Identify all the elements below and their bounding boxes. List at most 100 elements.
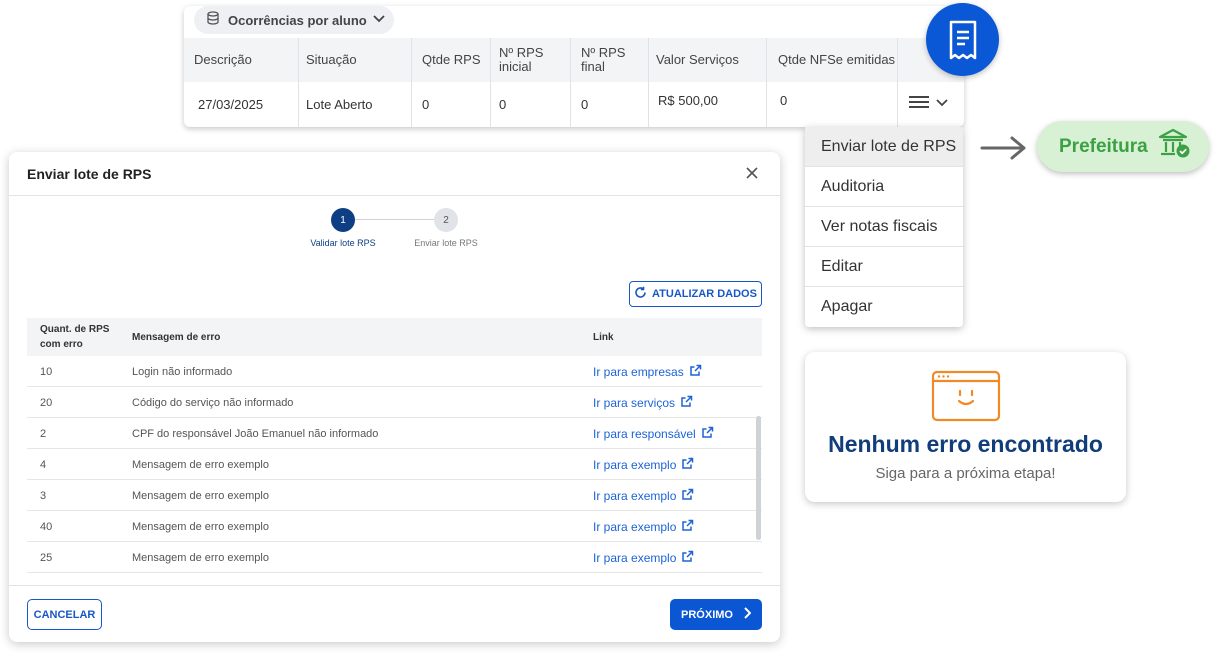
external-link-icon xyxy=(680,395,693,411)
chevron-right-icon xyxy=(743,607,752,622)
prefeitura-badge: Prefeitura xyxy=(1037,121,1209,172)
header-link: Link xyxy=(593,332,614,343)
menu-item-enviar-lote[interactable]: Enviar lote de RPS xyxy=(805,127,963,167)
error-qty: 40 xyxy=(40,520,53,533)
column-divider xyxy=(570,38,571,127)
menu-item-auditoria[interactable]: Auditoria xyxy=(805,167,963,207)
header-qty-line1: Quant. de RPS xyxy=(40,324,110,335)
external-link-icon xyxy=(681,519,694,535)
external-link-icon xyxy=(681,550,694,566)
chevron-down-icon xyxy=(373,11,385,29)
error-table-scrollbar[interactable] xyxy=(756,416,761,540)
table-row: 2 CPF do responsável João Emanuel não in… xyxy=(27,418,762,449)
refresh-data-button[interactable]: ATUALIZAR DADOS xyxy=(629,281,762,307)
no-errors-subtitle: Siga para a próxima etapa! xyxy=(875,465,1056,482)
column-divider xyxy=(411,38,412,127)
next-button-label: PRÓXIMO xyxy=(681,608,733,621)
chevron-down-icon xyxy=(936,95,948,113)
header-descricao: Descrição xyxy=(194,52,252,67)
step-2-label: Enviar lote RPS xyxy=(414,238,478,248)
header-rps-final-line1: Nº RPS xyxy=(581,45,626,60)
cell-situacao: Lote Aberto xyxy=(306,97,373,112)
menu-item-ver-notas[interactable]: Ver notas fiscais xyxy=(805,207,963,247)
table-row: 10 Login não informado Ir para empresas xyxy=(27,356,762,387)
stepper-connector xyxy=(355,219,434,220)
error-qty: 25 xyxy=(40,551,53,564)
group-by-selector[interactable]: Ocorrências por aluno xyxy=(194,6,394,34)
database-icon xyxy=(206,10,220,30)
modal-footer-divider xyxy=(9,585,780,586)
city-hall-icon xyxy=(1158,128,1192,165)
column-divider xyxy=(766,38,767,127)
error-link[interactable]: Ir para responsável xyxy=(593,418,714,449)
error-link-label: Ir para exemplo xyxy=(593,550,677,565)
column-divider xyxy=(648,38,649,127)
table-row: 4 Mensagem de erro exemplo Ir para exemp… xyxy=(27,449,762,480)
row-actions-menu: Enviar lote de RPS Auditoria Ver notas f… xyxy=(805,127,963,327)
step-2-circle: 2 xyxy=(434,208,458,232)
error-qty: 3 xyxy=(40,489,47,502)
external-link-icon xyxy=(701,426,714,442)
external-link-icon xyxy=(689,364,702,380)
prefeitura-label: Prefeitura xyxy=(1059,135,1148,157)
error-link[interactable]: Ir para exemplo xyxy=(593,449,694,480)
menu-item-apagar[interactable]: Apagar xyxy=(805,287,963,327)
modal-header-divider xyxy=(9,195,780,196)
error-link[interactable]: Ir para exemplo xyxy=(593,511,694,542)
refresh-icon xyxy=(634,286,647,302)
header-rps-inicial-line1: Nº RPS xyxy=(499,45,544,60)
menu-item-editar[interactable]: Editar xyxy=(805,247,963,287)
cell-valor-servicos: R$ 500,00 xyxy=(658,92,718,108)
error-message: Código do serviço não informado xyxy=(132,396,294,409)
error-message: Mensagem de erro exemplo xyxy=(132,520,269,533)
header-message: Mensagem de erro xyxy=(132,332,221,343)
error-link[interactable]: Ir para exemplo xyxy=(593,542,694,573)
cell-rps-inicial: 0 xyxy=(499,97,507,112)
header-rps-inicial-line2: inicial xyxy=(499,59,532,74)
next-button[interactable]: PRÓXIMO xyxy=(670,599,762,630)
error-link[interactable]: Ir para serviços xyxy=(593,387,693,418)
error-link[interactable]: Ir para empresas xyxy=(593,356,702,387)
error-message: CPF do responsável João Emanuel não info… xyxy=(132,427,379,440)
error-link-label: Ir para empresas xyxy=(593,364,684,379)
table-row: 3 Mensagem de erro exemplo Ir para exemp… xyxy=(27,480,762,511)
header-qtde-nfse: Qtde NFSe emitidas xyxy=(778,52,896,67)
header-qty-line2: com erro xyxy=(40,339,83,350)
header-qty: Quant. de RPS com erro xyxy=(40,322,109,352)
cancel-button[interactable]: CANCELAR xyxy=(27,599,102,630)
receipt-icon xyxy=(926,3,999,76)
no-errors-title: Nenhum erro encontrado xyxy=(828,431,1103,457)
step-1-circle: 1 xyxy=(331,208,355,232)
error-link[interactable]: Ir para exemplo xyxy=(593,480,694,511)
external-link-icon xyxy=(681,488,694,504)
error-message: Mensagem de erro exemplo xyxy=(132,458,269,471)
header-rps-final: Nº RPS final xyxy=(573,38,625,82)
error-qty: 2 xyxy=(40,427,47,440)
close-icon[interactable] xyxy=(745,166,759,185)
column-divider xyxy=(897,38,898,127)
group-by-label: Ocorrências por aluno xyxy=(228,12,367,28)
cell-qtde-rps: 0 xyxy=(422,97,430,112)
error-link-label: Ir para exemplo xyxy=(593,519,677,534)
error-link-label: Ir para serviços xyxy=(593,395,676,410)
header-rps-inicial: Nº RPS inicial xyxy=(491,38,543,82)
cell-qtde-nfse: 0 xyxy=(780,92,788,108)
header-situacao: Situação xyxy=(306,52,357,67)
refresh-label: ATUALIZAR DADOS xyxy=(652,288,757,300)
step-1-label: Validar lote RPS xyxy=(310,238,376,248)
header-valor-servicos: Valor Serviços xyxy=(656,52,739,67)
header-qtde-rps: Qtde RPS xyxy=(422,52,481,67)
cell-rps-final: 0 xyxy=(581,97,589,112)
row-actions-button[interactable] xyxy=(908,92,952,116)
error-qty: 10 xyxy=(40,365,53,378)
header-rps-final-line2: final xyxy=(581,59,605,74)
error-message: Mensagem de erro exemplo xyxy=(132,551,269,564)
table-row: 20 Código do serviço não informado Ir pa… xyxy=(27,387,762,418)
table-row: 40 Mensagem de erro exemplo Ir para exem… xyxy=(27,511,762,542)
error-qty: 20 xyxy=(40,396,53,409)
error-message: Login não informado xyxy=(132,365,233,378)
cell-descricao: 27/03/2025 xyxy=(198,97,264,112)
table-row: 25 Mensagem de erro exemplo Ir para exem… xyxy=(27,542,762,573)
modal-title: Enviar lote de RPS xyxy=(27,166,152,182)
external-link-icon xyxy=(681,457,694,473)
